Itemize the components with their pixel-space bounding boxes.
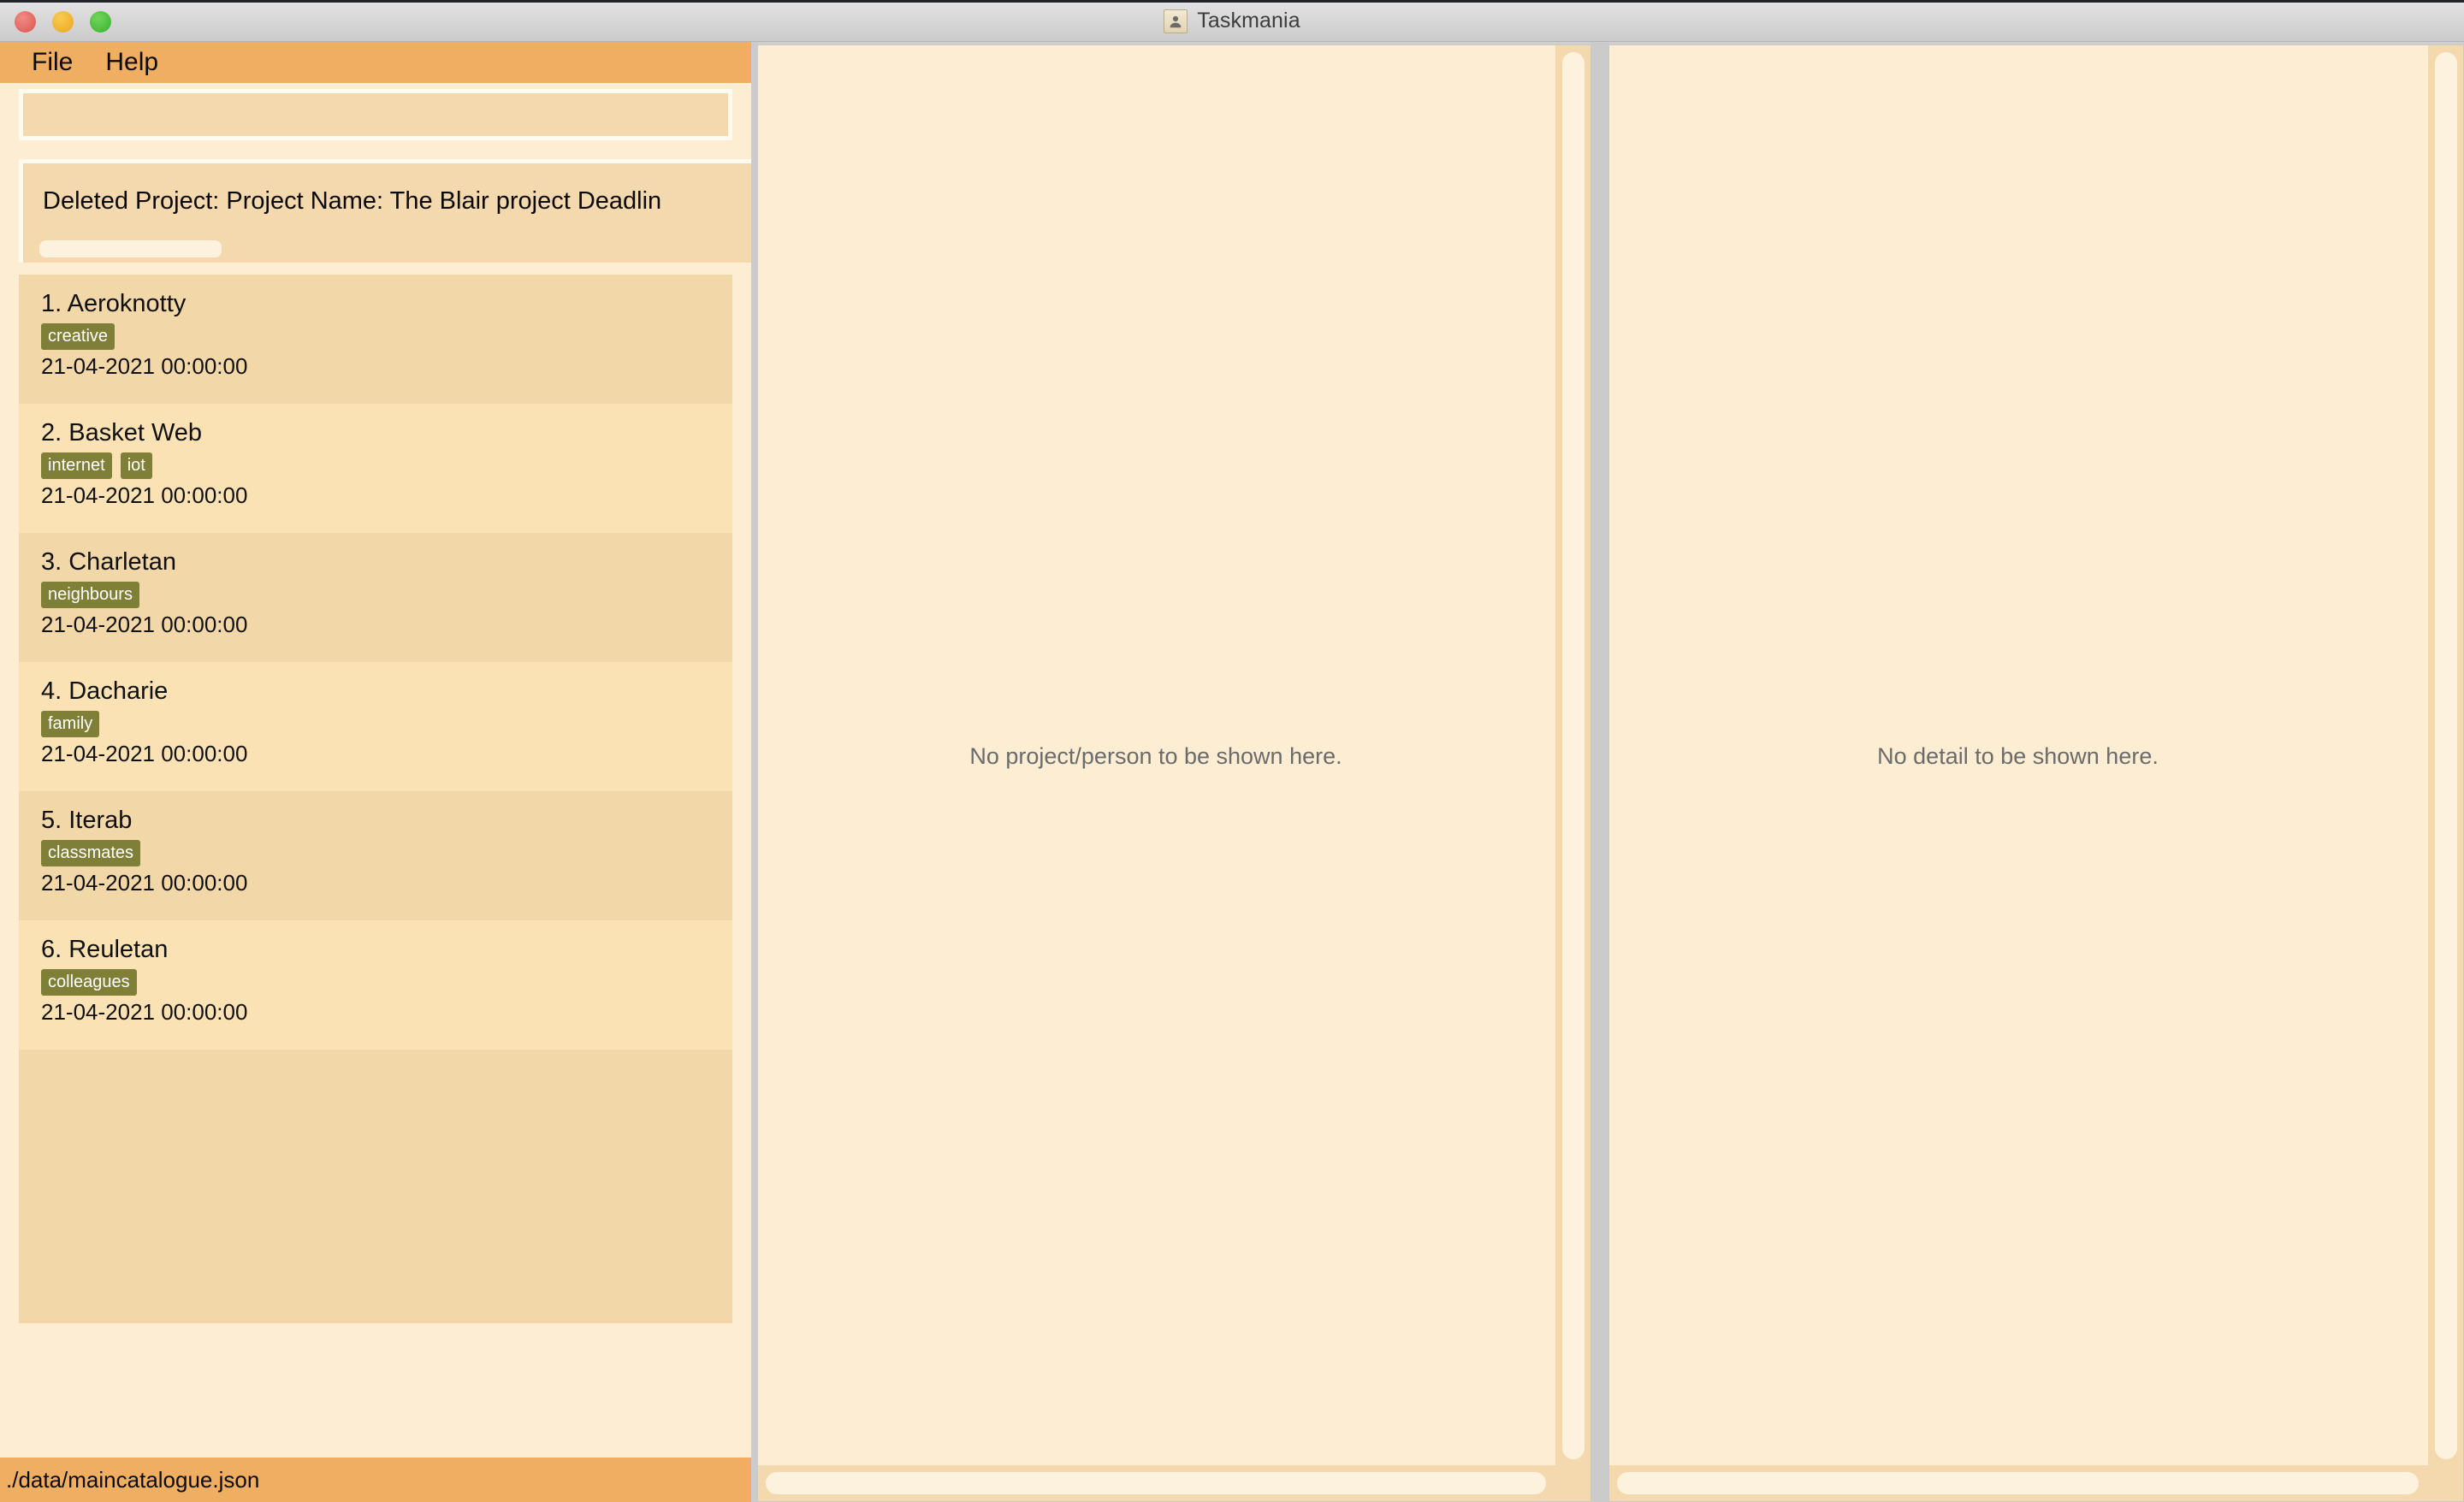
- title-bar: Taskmania: [0, 0, 2464, 42]
- deleted-project-region: Deleted Project: Project Name: The Blair…: [0, 155, 751, 267]
- center-right-separator[interactable]: [1591, 42, 1608, 1502]
- list-item-date: 21-04-2021 00:00:00: [41, 999, 248, 1025]
- deleted-project-box[interactable]: Deleted Project: Project Name: The Blair…: [19, 159, 751, 263]
- right-panel-vscrollbar[interactable]: [2428, 45, 2463, 1467]
- center-panel: No project/person to be shown here.: [757, 44, 1591, 1502]
- center-panel-vscrollbar[interactable]: [1555, 45, 1590, 1467]
- list-empty-filler: [19, 1050, 732, 1323]
- minimize-window-button[interactable]: [52, 11, 74, 33]
- close-window-button[interactable]: [15, 11, 36, 33]
- list-item[interactable]: 2. Basket Web internet iot 21-04-2021 00…: [19, 404, 732, 533]
- menu-item-file[interactable]: File: [32, 50, 73, 75]
- maximize-window-button[interactable]: [90, 11, 111, 33]
- tag-badge[interactable]: colleagues: [41, 968, 137, 996]
- status-bar: ./data/maincatalogue.json: [0, 1458, 751, 1502]
- center-panel-hscrollbar[interactable]: [758, 1465, 1555, 1501]
- left-center-separator: [751, 42, 757, 1502]
- list-item-tags: creative: [41, 322, 732, 350]
- list-item-tags: neighbours: [41, 581, 732, 608]
- list-item-title: 6. Reuletan: [41, 936, 169, 963]
- project-list-region: 1. Aeroknotty creative 21-04-2021 00:00:…: [0, 271, 751, 1457]
- tag-badge[interactable]: classmates: [41, 839, 141, 866]
- title-center-group: Taskmania: [0, 0, 2464, 42]
- menu-item-help[interactable]: Help: [105, 50, 158, 75]
- list-item-tags: family: [41, 710, 732, 737]
- list-item-title: 5. Iterab: [41, 807, 133, 834]
- window-title: Taskmania: [1197, 9, 1300, 33]
- project-list: 1. Aeroknotty creative 21-04-2021 00:00:…: [19, 275, 732, 1453]
- tag-badge[interactable]: neighbours: [41, 581, 139, 608]
- right-panel-scroll-corner: [2428, 1465, 2463, 1501]
- center-panel-vscrollbar-thumb[interactable]: [1562, 52, 1584, 1459]
- center-panel-scroll-corner: [1555, 1465, 1590, 1501]
- right-panel-hscrollbar[interactable]: [1609, 1465, 2428, 1501]
- tag-badge[interactable]: iot: [120, 452, 152, 479]
- application-window: Taskmania File Help Deleted Project: Pro…: [0, 0, 2464, 1502]
- list-item[interactable]: 1. Aeroknotty creative 21-04-2021 00:00:…: [19, 275, 732, 404]
- list-item[interactable]: 5. Iterab classmates 21-04-2021 00:00:00: [19, 791, 732, 920]
- left-panel: Deleted Project: Project Name: The Blair…: [0, 83, 751, 1458]
- list-item-title: 3. Charletan: [41, 548, 176, 576]
- list-item[interactable]: 3. Charletan neighbours 21-04-2021 00:00…: [19, 533, 732, 662]
- list-item-date: 21-04-2021 00:00:00: [41, 482, 248, 508]
- menu-bar: File Help: [0, 42, 751, 83]
- search-region: [0, 83, 751, 150]
- list-item-title: 4. Dacharie: [41, 677, 169, 705]
- tag-badge[interactable]: internet: [41, 452, 112, 479]
- tag-badge[interactable]: family: [41, 710, 100, 737]
- search-input[interactable]: [19, 89, 732, 140]
- list-item[interactable]: 6. Reuletan colleagues 21-04-2021 00:00:…: [19, 920, 732, 1050]
- list-item-title: 2. Basket Web: [41, 419, 203, 446]
- right-panel-hscrollbar-thumb[interactable]: [1617, 1472, 2419, 1494]
- list-item-tags: classmates: [41, 839, 732, 866]
- window-controls: [15, 11, 111, 33]
- list-item-date: 21-04-2021 00:00:00: [41, 741, 248, 766]
- status-bar-file-path: ./data/maincatalogue.json: [6, 1466, 260, 1493]
- right-panel-content: No detail to be shown here.: [1609, 45, 2426, 1467]
- deleted-project-hscrollbar-thumb[interactable]: [39, 240, 222, 257]
- list-item-date: 21-04-2021 00:00:00: [41, 353, 248, 379]
- titlebar-top-edge: [0, 0, 2464, 3]
- list-item[interactable]: 4. Dacharie family 21-04-2021 00:00:00: [19, 662, 732, 791]
- list-item-tags: colleagues: [41, 968, 732, 996]
- list-item-tags: internet iot: [41, 452, 732, 479]
- tag-badge[interactable]: creative: [41, 322, 116, 350]
- deleted-project-hscrollbar[interactable]: [23, 240, 751, 257]
- center-panel-hscrollbar-thumb[interactable]: [766, 1472, 1546, 1494]
- center-panel-content: No project/person to be shown here.: [758, 45, 1554, 1467]
- list-item-date: 21-04-2021 00:00:00: [41, 612, 248, 637]
- right-panel: No detail to be shown here.: [1608, 44, 2464, 1502]
- list-item-title: 1. Aeroknotty: [41, 290, 187, 317]
- deleted-project-text: Deleted Project: Project Name: The Blair…: [43, 187, 662, 215]
- right-panel-vscrollbar-thumb[interactable]: [2435, 52, 2457, 1459]
- list-item-date: 21-04-2021 00:00:00: [41, 870, 248, 896]
- right-panel-placeholder: No detail to be shown here.: [1877, 742, 2159, 769]
- contact-card-icon: [1164, 9, 1188, 33]
- center-panel-placeholder: No project/person to be shown here.: [969, 742, 1342, 769]
